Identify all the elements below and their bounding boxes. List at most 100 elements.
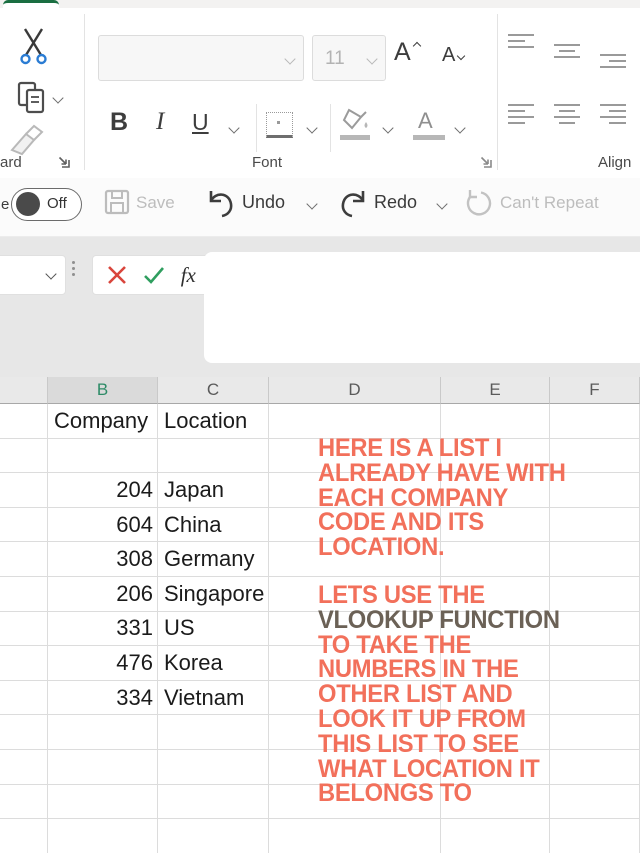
cell[interactable] [0,750,48,785]
cancel-button[interactable] [106,264,128,286]
enter-button[interactable] [142,264,166,286]
underline-dropdown-chevron[interactable] [228,122,239,133]
copy-button[interactable] [16,80,48,116]
cell[interactable] [158,750,269,785]
cell[interactable] [269,715,441,750]
cell[interactable] [0,612,48,647]
clipboard-dialog-launcher[interactable] [56,154,71,169]
cell[interactable] [550,439,640,474]
cell[interactable] [269,508,441,543]
cell[interactable] [441,785,550,820]
cell[interactable] [158,785,269,820]
cell[interactable] [441,612,550,647]
cell[interactable]: 476 [48,646,158,681]
cell[interactable]: Germany [158,542,269,577]
cell[interactable] [269,404,441,439]
copy-dropdown-chevron[interactable] [52,92,63,103]
cell[interactable]: Singapore [158,577,269,612]
cell[interactable]: 604 [48,508,158,543]
grow-font-button[interactable]: A [394,38,411,67]
cell[interactable]: 331 [48,612,158,647]
cell[interactable] [0,681,48,716]
fill-color-dropdown-chevron[interactable] [382,122,393,133]
font-size-combobox[interactable]: 11 [312,35,386,81]
bold-button[interactable]: B [110,108,128,137]
borders-dropdown-chevron[interactable] [306,122,317,133]
cell[interactable]: 308 [48,542,158,577]
name-box-chevron[interactable] [45,268,56,279]
shrink-font-button[interactable]: A [442,44,455,67]
align-left-button[interactable] [508,104,534,124]
borders-button[interactable] [266,112,293,138]
cell[interactable] [0,715,48,750]
cell[interactable]: Vietnam [158,681,269,716]
cell[interactable] [441,819,550,853]
cell[interactable]: Location [158,404,269,439]
cell[interactable] [441,681,550,716]
align-center-button[interactable] [554,104,580,124]
cell[interactable] [441,542,550,577]
cell[interactable] [0,819,48,853]
align-top-button[interactable] [508,34,534,48]
cell[interactable] [269,439,441,474]
cell[interactable]: 334 [48,681,158,716]
cell[interactable] [441,715,550,750]
column-header-f[interactable]: F [550,377,640,404]
format-painter-button[interactable] [8,124,46,158]
align-right-button[interactable] [600,104,626,124]
cell[interactable] [48,785,158,820]
cell[interactable] [269,542,441,577]
column-header-c[interactable]: C [158,377,269,404]
cell[interactable] [0,577,48,612]
cell[interactable] [0,785,48,820]
column-header-cropped[interactable] [0,377,48,404]
cell[interactable] [550,577,640,612]
cell[interactable] [269,819,441,853]
cell[interactable] [269,646,441,681]
cell[interactable] [441,473,550,508]
cell[interactable]: Company [48,404,158,439]
column-header-e[interactable]: E [441,377,550,404]
font-color-button[interactable]: A [418,108,433,134]
cell[interactable] [441,577,550,612]
cell[interactable] [550,508,640,543]
insert-function-button[interactable]: fx [181,263,196,288]
cell[interactable] [550,473,640,508]
cell[interactable] [550,404,640,439]
cell[interactable] [48,750,158,785]
undo-button[interactable] [206,188,236,220]
cell[interactable] [158,819,269,853]
cell[interactable] [269,750,441,785]
save-button[interactable] [104,189,130,215]
cell[interactable] [441,750,550,785]
cell[interactable] [441,439,550,474]
formula-bar-input[interactable] [204,252,640,363]
align-middle-button[interactable] [554,44,580,58]
italic-button[interactable]: I [156,108,164,136]
cell[interactable] [550,715,640,750]
cell[interactable] [550,612,640,647]
font-name-combobox[interactable] [98,35,304,81]
cell[interactable] [550,646,640,681]
cell[interactable] [550,750,640,785]
column-header-b[interactable]: B [48,377,158,404]
align-bottom-button[interactable] [600,54,626,68]
cell[interactable] [0,473,48,508]
cell[interactable] [48,819,158,853]
cell[interactable] [550,681,640,716]
cell[interactable]: US [158,612,269,647]
cell[interactable] [550,785,640,820]
font-color-dropdown-chevron[interactable] [454,122,465,133]
cut-button[interactable] [20,26,47,68]
cell[interactable] [269,577,441,612]
cell[interactable]: 206 [48,577,158,612]
cell[interactable] [269,473,441,508]
redo-dropdown-chevron[interactable] [436,198,447,209]
cant-repeat-button[interactable] [464,189,492,217]
cell[interactable] [0,508,48,543]
cell[interactable] [441,404,550,439]
cell[interactable] [269,785,441,820]
cell[interactable] [0,439,48,474]
cell[interactable] [441,646,550,681]
cell[interactable] [269,612,441,647]
